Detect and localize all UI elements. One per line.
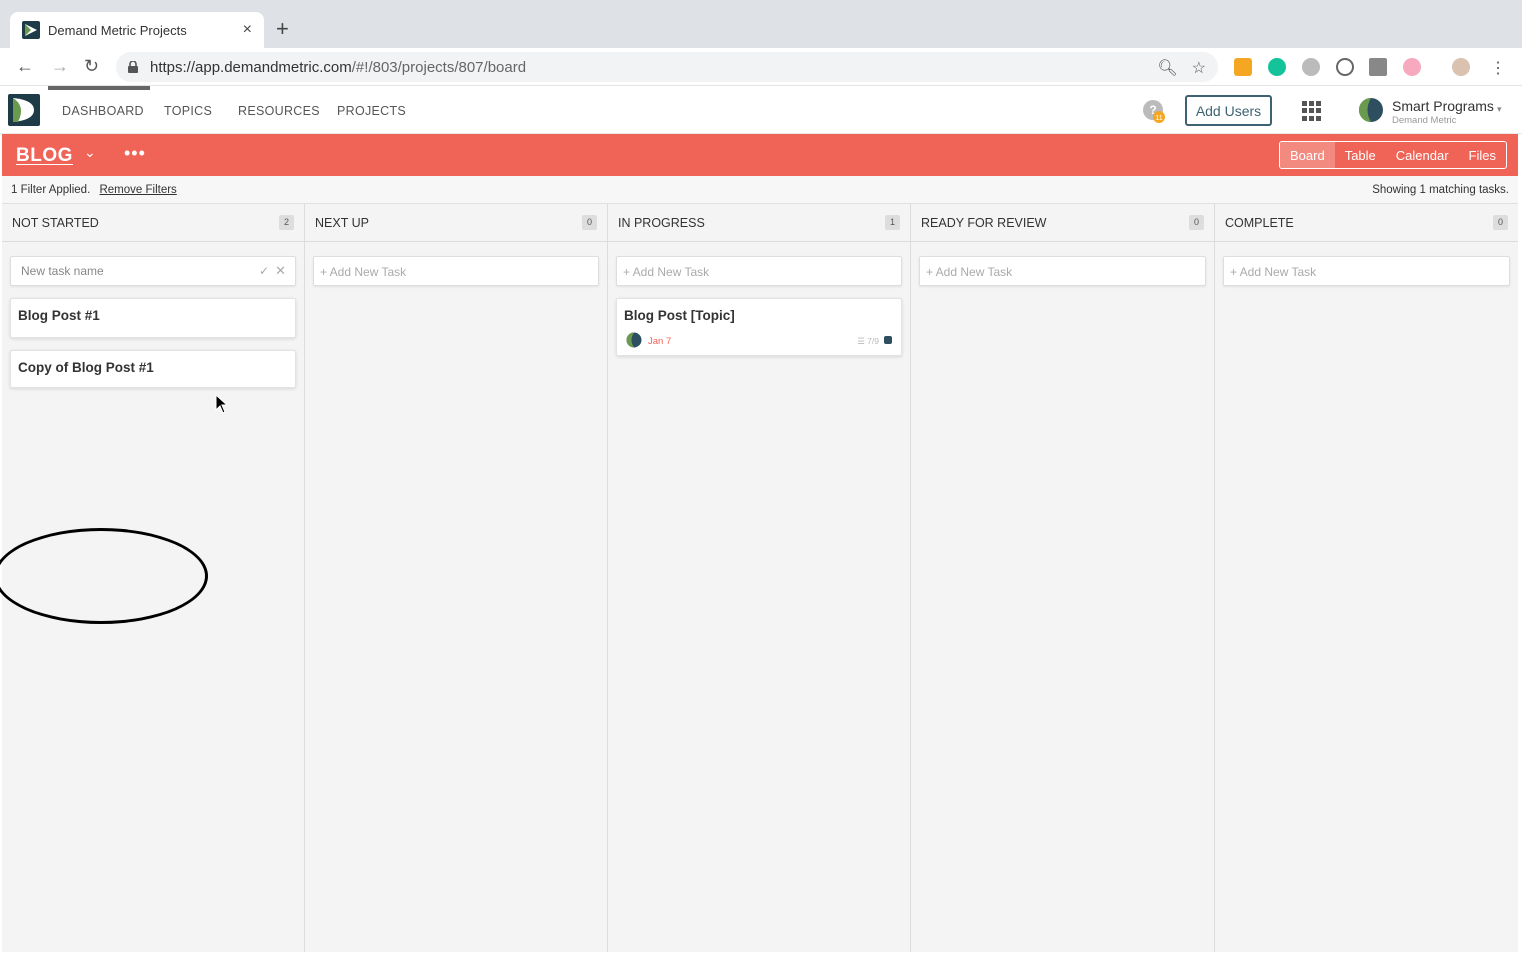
column-complete: COMPLETE 0 + Add New Task: [1215, 204, 1518, 952]
browser-tab-strip: Demand Metric Projects × +: [0, 0, 1522, 48]
extension-icon[interactable]: [1403, 58, 1421, 76]
org-subtitle: Demand Metric: [1392, 115, 1457, 126]
column-not-started: NOT STARTED 2 ✓ ✕ Blog Post #1 Copy of B…: [0, 204, 305, 952]
task-card-title: Blog Post #1: [18, 308, 100, 323]
tab-table[interactable]: Table: [1335, 142, 1386, 168]
new-tab-icon[interactable]: +: [276, 16, 289, 42]
column-in-progress: IN PROGRESS 1 + Add New Task Blog Post […: [608, 204, 911, 952]
reload-icon[interactable]: ↻: [84, 56, 99, 76]
browser-menu-icon[interactable]: ⋮: [1490, 58, 1506, 78]
status-indicator: [884, 336, 892, 344]
nav-topics[interactable]: TOPICS: [164, 104, 212, 118]
tab-board[interactable]: Board: [1280, 142, 1335, 168]
url-field[interactable]: https://app.demandmetric.com/#!/803/proj…: [116, 52, 1218, 82]
task-due-date: Jan 7: [648, 336, 672, 347]
task-card-title: Blog Post [Topic]: [624, 308, 735, 323]
column-title: NEXT UP: [315, 216, 369, 230]
filter-status: 1 Filter Applied. Remove Filters: [11, 184, 177, 196]
add-users-button[interactable]: Add Users: [1185, 95, 1272, 126]
add-new-task-button[interactable]: + Add New Task: [919, 256, 1206, 286]
add-new-task-button[interactable]: + Add New Task: [1223, 256, 1510, 286]
checklist-progress: ☰ 7/9: [857, 336, 879, 346]
column-header: NOT STARTED 2: [2, 204, 304, 242]
url-text: https://app.demandmetric.com/#!/803/proj…: [150, 59, 526, 76]
remove-filters-link[interactable]: Remove Filters: [99, 184, 176, 196]
project-name[interactable]: BLOG: [16, 145, 73, 167]
assignee-avatar: [626, 332, 642, 348]
url-host: https://app.demandmetric.com: [150, 58, 352, 76]
tab-files[interactable]: Files: [1459, 142, 1506, 168]
column-header: COMPLETE 0: [1215, 204, 1518, 242]
lock-icon: [128, 61, 138, 73]
extension-icon[interactable]: [1336, 58, 1354, 76]
forward-icon[interactable]: →: [51, 56, 69, 76]
demand-metric-favicon-icon: [22, 21, 40, 39]
column-count-badge: 0: [582, 215, 597, 230]
project-bar: BLOG ⌄ ••• Board Table Calendar Files: [2, 134, 1518, 176]
column-title: READY FOR REVIEW: [921, 216, 1047, 230]
help-icon[interactable]: ? 11: [1142, 99, 1166, 123]
url-path: /#!/803/projects/807/board: [351, 58, 527, 76]
column-count-badge: 0: [1493, 215, 1508, 230]
demand-metric-logo-icon[interactable]: [8, 94, 40, 126]
column-title: NOT STARTED: [12, 216, 99, 230]
tab-calendar[interactable]: Calendar: [1386, 142, 1459, 168]
nav-active-indicator: [48, 86, 150, 90]
view-switcher: Board Table Calendar Files: [1279, 141, 1507, 169]
annotation-circle: [0, 528, 208, 624]
task-card[interactable]: Blog Post [Topic] Jan 7 ☰ 7/9: [616, 298, 902, 356]
org-name[interactable]: Smart Programs: [1392, 98, 1494, 114]
more-options-icon[interactable]: •••: [124, 143, 146, 164]
bookmark-star-icon[interactable]: ☆: [1192, 58, 1206, 78]
task-card[interactable]: Blog Post #1: [10, 298, 296, 338]
kanban-board: NOT STARTED 2 ✓ ✕ Blog Post #1 Copy of B…: [0, 204, 1518, 952]
chevron-down-icon[interactable]: ⌄: [84, 144, 96, 161]
profile-avatar[interactable]: [1452, 58, 1470, 76]
new-task-input[interactable]: [11, 257, 231, 285]
confirm-check-icon[interactable]: ✓: [259, 264, 269, 278]
column-title: COMPLETE: [1225, 216, 1294, 230]
nav-resources[interactable]: RESOURCES: [238, 104, 320, 118]
cancel-close-icon[interactable]: ✕: [275, 263, 286, 279]
back-icon[interactable]: ←: [16, 56, 34, 76]
matching-count-text: Showing 1 matching tasks.: [1372, 184, 1509, 196]
extension-icon[interactable]: [1369, 58, 1387, 76]
nav-dashboard[interactable]: DASHBOARD: [62, 104, 144, 118]
column-header: READY FOR REVIEW 0: [911, 204, 1214, 242]
filter-applied-text: 1 Filter Applied.: [11, 184, 91, 196]
tab-close-icon[interactable]: ×: [243, 21, 252, 39]
rss-extension-icon[interactable]: [1234, 58, 1252, 76]
browser-tab[interactable]: Demand Metric Projects ×: [10, 12, 264, 48]
tab-title: Demand Metric Projects: [48, 22, 187, 38]
column-count-badge: 1: [885, 215, 900, 230]
org-avatar[interactable]: [1358, 97, 1384, 123]
add-new-task-button[interactable]: + Add New Task: [313, 256, 599, 286]
apps-grid-icon[interactable]: [1302, 101, 1322, 121]
new-task-field[interactable]: ✓ ✕: [10, 256, 296, 286]
app-header: DASHBOARD TOPICS RESOURCES PROJECTS ? 11…: [0, 86, 1522, 134]
column-header: NEXT UP 0: [305, 204, 607, 242]
task-card[interactable]: Copy of Blog Post #1: [10, 350, 296, 388]
zoom-icon[interactable]: 🔍︎: [1157, 58, 1177, 78]
help-badge-count: 11: [1155, 115, 1162, 122]
column-count-badge: 2: [279, 215, 294, 230]
column-count-badge: 0: [1189, 215, 1204, 230]
column-header: IN PROGRESS 1: [608, 204, 910, 242]
task-card-title: Copy of Blog Post #1: [18, 360, 154, 375]
mouse-cursor-icon: [215, 394, 229, 414]
extension-icon[interactable]: [1302, 58, 1320, 76]
nav-projects[interactable]: PROJECTS: [337, 104, 406, 118]
address-bar: ← → ↻ https://app.demandmetric.com/#!/80…: [0, 48, 1522, 86]
filter-bar: 1 Filter Applied. Remove Filters Showing…: [2, 176, 1518, 204]
grammarly-extension-icon[interactable]: [1268, 58, 1286, 76]
chevron-down-icon[interactable]: ▾: [1497, 104, 1502, 115]
column-ready-for-review: READY FOR REVIEW 0 + Add New Task: [911, 204, 1215, 952]
column-title: IN PROGRESS: [618, 216, 705, 230]
add-new-task-button[interactable]: + Add New Task: [616, 256, 902, 286]
column-next-up: NEXT UP 0 + Add New Task: [305, 204, 608, 952]
